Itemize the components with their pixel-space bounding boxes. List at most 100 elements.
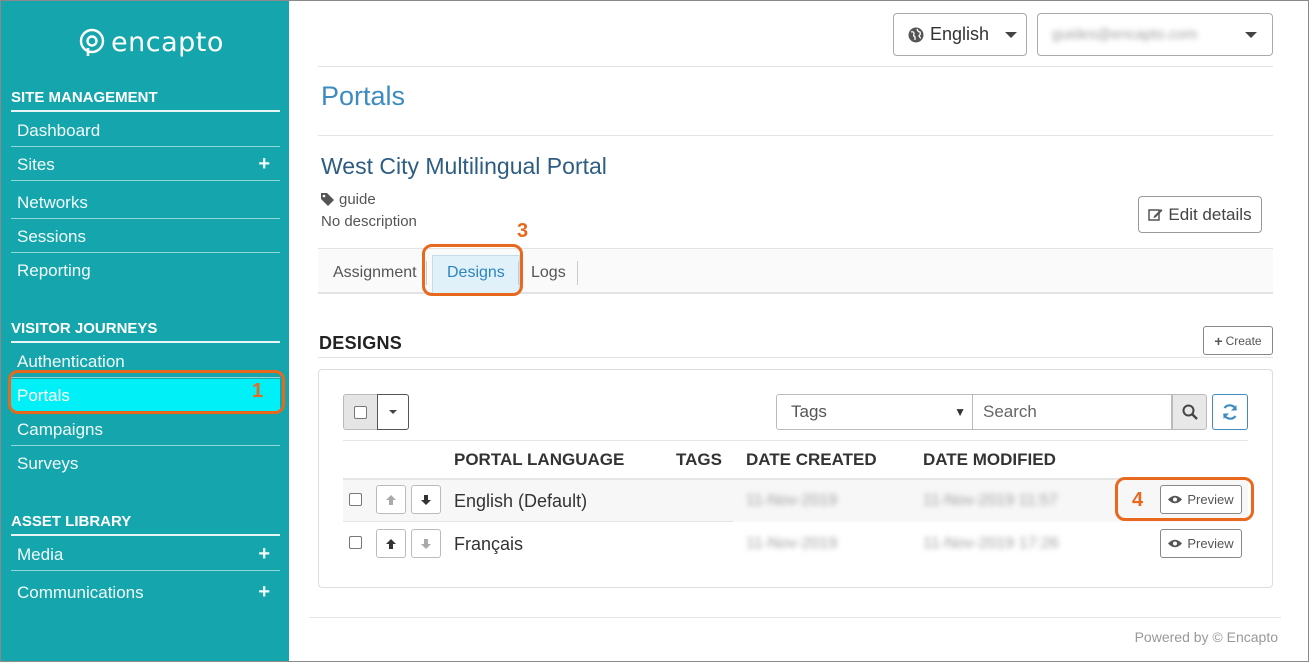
edit-details-button[interactable]: Edit details: [1138, 196, 1262, 233]
chevron-down-icon: [389, 410, 397, 414]
asset-library-heading: ASSET LIBRARY: [11, 513, 280, 536]
column-header-date-created[interactable]: DATE CREATED: [746, 450, 877, 470]
tag-icon: [321, 193, 334, 206]
plus-icon: +: [1214, 332, 1223, 349]
callout-number-3: 3: [517, 220, 529, 242]
search-button[interactable]: [1172, 394, 1207, 430]
eye-icon: [1168, 539, 1183, 548]
arrow-down-icon: [421, 538, 431, 549]
sidebar-item-sessions[interactable]: Sessions: [11, 220, 280, 253]
date-created-cell: 11-Nov-2019: [746, 535, 838, 552]
footer-divider: [309, 617, 1281, 618]
chevron-down-icon: ▼: [954, 405, 966, 419]
portal-description: No description: [321, 213, 417, 230]
date-created-cell: 11-Nov-2019: [746, 492, 838, 509]
move-up-button[interactable]: [376, 485, 406, 514]
portal-name: West City Multilingual Portal: [321, 153, 607, 179]
date-modified-cell: 11-Nov-2019 11:57: [923, 492, 1058, 509]
column-header-date-modified[interactable]: DATE MODIFIED: [923, 450, 1056, 470]
sidebar-item-label: Communications: [17, 583, 144, 602]
sidebar-item-dashboard[interactable]: Dashboard: [11, 114, 280, 147]
designs-heading: DESIGNS: [319, 333, 403, 353]
divider: [343, 440, 1248, 441]
callout-designs-tab: [422, 244, 523, 296]
visitor-journeys-heading: VISITOR JOURNEYS: [11, 320, 280, 343]
row-checkbox[interactable]: [349, 536, 362, 549]
column-header-portal-language[interactable]: PORTAL LANGUAGE: [454, 450, 624, 470]
app-window: encapto SITE MANAGEMENT Dashboard Sites +…: [0, 0, 1309, 662]
bulk-actions-dropdown[interactable]: [377, 394, 409, 430]
select-all-checkbox[interactable]: [343, 394, 378, 430]
edit-icon: [1148, 209, 1163, 221]
sidebar: encapto SITE MANAGEMENT Dashboard Sites +…: [1, 1, 289, 661]
move-down-button[interactable]: [411, 529, 441, 558]
sidebar-item-label: Sites: [17, 155, 55, 174]
search-input[interactable]: [973, 394, 1172, 430]
sidebar-item-surveys[interactable]: Surveys: [11, 447, 280, 480]
tag-label: guide: [339, 191, 376, 208]
encapto-logo-icon: [79, 28, 105, 56]
sidebar-item-reporting[interactable]: Reporting: [11, 254, 280, 287]
preview-label: Preview: [1187, 536, 1234, 551]
move-down-button[interactable]: [411, 485, 441, 514]
sidebar-item-label: Sessions: [17, 227, 86, 246]
sidebar-item-label: Authentication: [17, 352, 125, 371]
language-label: English: [930, 24, 990, 44]
tab-logs[interactable]: Logs: [531, 249, 566, 293]
portal-language-cell: English (Default): [454, 491, 588, 511]
preview-button[interactable]: Preview: [1160, 529, 1242, 558]
page-title: Portals: [321, 81, 406, 111]
globe-icon: [908, 27, 924, 42]
bulk-select-control: [343, 394, 410, 430]
sidebar-item-label: Networks: [17, 193, 88, 212]
date-modified-cell: 11-Nov-2019 17:26: [923, 535, 1059, 552]
checkbox-box: [354, 405, 367, 419]
edit-details-label: Edit details: [1168, 204, 1252, 224]
column-header-tags[interactable]: TAGS: [676, 450, 722, 470]
sidebar-item-networks[interactable]: Networks: [11, 186, 280, 219]
language-dropdown[interactable]: English: [893, 13, 1027, 56]
sidebar-item-label: Dashboard: [17, 121, 101, 140]
portal-tag: guide: [321, 191, 376, 208]
callout-number-1: 1: [252, 380, 264, 402]
divider: [318, 357, 1273, 358]
logo-text: encapto: [111, 27, 224, 58]
chevron-down-icon: [1245, 31, 1257, 38]
arrow-down-icon: [421, 494, 431, 505]
plus-icon[interactable]: +: [258, 538, 270, 571]
sidebar-item-label: Campaigns: [17, 420, 103, 439]
sidebar-item-communications[interactable]: Communications +: [11, 576, 280, 609]
sidebar-item-label: Surveys: [17, 454, 79, 473]
arrow-up-icon: [386, 538, 396, 549]
row-checkbox[interactable]: [349, 493, 362, 506]
user-email: guides@encapto.com: [1052, 26, 1198, 43]
logo[interactable]: encapto: [79, 27, 224, 58]
tab-separator: [577, 261, 578, 285]
refresh-icon: [1222, 404, 1238, 420]
plus-icon[interactable]: +: [258, 148, 270, 181]
search-icon: [1182, 404, 1198, 420]
portal-language-cell: Français: [454, 534, 524, 554]
tags-filter-select[interactable]: Tags ▼: [776, 394, 973, 430]
sidebar-item-label: Reporting: [17, 261, 91, 280]
sidebar-item-sites[interactable]: Sites +: [11, 148, 280, 181]
callout-portals: [8, 370, 285, 414]
sidebar-item-media[interactable]: Media +: [11, 538, 280, 571]
site-management-heading: SITE MANAGEMENT: [11, 89, 280, 112]
chevron-down-icon: [1005, 31, 1018, 38]
move-up-button[interactable]: [376, 529, 406, 558]
callout-preview: [1115, 477, 1254, 521]
plus-icon[interactable]: +: [258, 576, 270, 609]
divider: [318, 66, 1273, 67]
create-label: Create: [1225, 333, 1262, 348]
user-dropdown[interactable]: guides@encapto.com: [1037, 13, 1273, 56]
arrow-up-icon: [386, 494, 396, 505]
divider: [318, 135, 1273, 136]
create-button[interactable]: + Create: [1203, 326, 1273, 355]
tags-filter-label: Tags: [791, 402, 827, 421]
refresh-button[interactable]: [1212, 394, 1248, 430]
sidebar-item-campaigns[interactable]: Campaigns: [11, 413, 280, 446]
sidebar-item-label: Media: [17, 545, 64, 564]
row-divider: [343, 521, 733, 522]
tab-assignment[interactable]: Assignment: [333, 249, 417, 293]
